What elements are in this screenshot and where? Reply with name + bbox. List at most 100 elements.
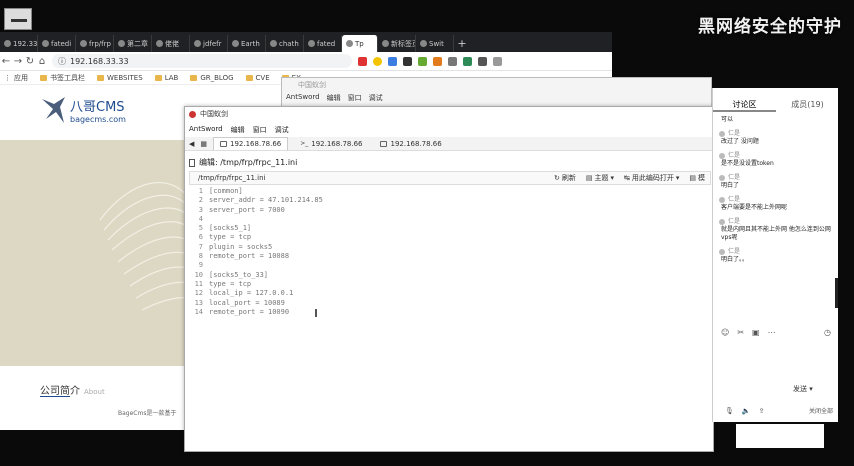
message-author: 仁是 bbox=[719, 248, 835, 256]
menu-antsword[interactable]: AntSword bbox=[189, 125, 223, 135]
extension-icon[interactable] bbox=[373, 56, 382, 66]
browser-tab[interactable]: Swit bbox=[416, 35, 454, 52]
author-name: 仁是 bbox=[728, 196, 741, 203]
tab-discussion[interactable]: 讨论区 bbox=[713, 96, 776, 112]
reload-icon[interactable]: ↻ bbox=[24, 56, 36, 67]
tab-label: Earth bbox=[241, 39, 260, 48]
desktop-window-icon[interactable] bbox=[4, 8, 32, 30]
menu-debug[interactable]: 调试 bbox=[275, 125, 289, 135]
message-author: 仁是 bbox=[719, 152, 835, 160]
chat-scrollbar[interactable] bbox=[835, 278, 838, 308]
menu-window[interactable]: 窗口 bbox=[348, 93, 362, 103]
browser-tab[interactable]: fated bbox=[304, 35, 342, 52]
emoji-icon[interactable]: ☺ bbox=[721, 328, 729, 337]
code-line: 9 bbox=[189, 261, 711, 270]
bookmark-item[interactable]: ⋮ 应用 bbox=[4, 73, 28, 83]
forward-icon[interactable]: → bbox=[12, 56, 24, 67]
line-number: 12 bbox=[194, 289, 203, 298]
message-author: 仁是 bbox=[719, 130, 835, 138]
browser-tab[interactable]: 新标签页 bbox=[378, 35, 416, 52]
tab-label: Tp bbox=[355, 39, 364, 48]
home-icon[interactable]: ⌂ bbox=[36, 56, 48, 67]
new-tab-button[interactable]: + bbox=[454, 35, 470, 52]
line-number: 14 bbox=[194, 307, 203, 316]
menu-edit[interactable]: 编辑 bbox=[327, 93, 341, 103]
extension-icon[interactable] bbox=[418, 56, 427, 66]
browser-tab[interactable]: chath bbox=[266, 35, 304, 52]
extension-icon[interactable] bbox=[433, 56, 442, 66]
browser-tab[interactable]: Earth bbox=[228, 35, 266, 52]
menu-window[interactable]: 窗口 bbox=[253, 125, 267, 135]
extension-icon[interactable] bbox=[493, 56, 502, 66]
browser-tab[interactable]: Tp bbox=[342, 35, 378, 52]
window-title: 中国蚁剑 bbox=[200, 110, 228, 118]
tab-members[interactable]: 成员(19) bbox=[776, 96, 839, 112]
refresh-button[interactable]: ↻ 刷新 bbox=[549, 173, 581, 183]
author-name: 仁是 bbox=[728, 130, 741, 137]
code-line: 3 server_port = 7000 bbox=[189, 206, 711, 215]
theme-icon: ▤ bbox=[585, 174, 593, 182]
bookmark-label: CVE bbox=[255, 73, 270, 82]
window-titlebar[interactable]: 中国蚁剑 bbox=[185, 107, 713, 121]
code-editor[interactable]: 1 [common] 2 server_addr = 47.101.214.85 3 se… bbox=[189, 187, 711, 447]
bookmark-item[interactable]: CVE bbox=[245, 73, 270, 82]
menu-antsword[interactable]: AntSword bbox=[286, 93, 320, 103]
code-line: 1 [common] bbox=[189, 187, 711, 196]
menu-bar: AntSword 编辑 窗口 调试 bbox=[286, 93, 383, 103]
menu-edit[interactable]: 编辑 bbox=[231, 125, 245, 135]
close-all-button[interactable]: 关闭全部 bbox=[809, 406, 833, 415]
tab-label: 192.168.78.66 bbox=[311, 139, 363, 148]
extension-icon[interactable] bbox=[403, 56, 412, 66]
more-icon[interactable]: ⋯ bbox=[768, 328, 776, 337]
editor-file-path[interactable]: /tmp/frp/frpc_11.ini bbox=[190, 174, 549, 182]
theme-dropdown[interactable]: ▤ 主题 ▾ bbox=[581, 173, 619, 183]
grid-icon[interactable]: ▦ bbox=[200, 140, 207, 148]
tab-terminal[interactable]: >_ 192.168.78.66 bbox=[294, 137, 368, 150]
prev-tab-icon[interactable]: ◀ bbox=[189, 140, 194, 148]
browser-tab[interactable]: 佬佬 bbox=[152, 35, 190, 52]
author-name: 仁是 bbox=[728, 152, 741, 159]
favicon-icon bbox=[42, 40, 49, 47]
back-icon[interactable]: ← bbox=[0, 56, 12, 67]
browser-tab[interactable]: 第二章 bbox=[114, 35, 152, 52]
menu-debug[interactable]: 调试 bbox=[369, 93, 383, 103]
extension-icon[interactable] bbox=[478, 56, 487, 66]
line-text: [socks5_1] bbox=[209, 224, 252, 233]
bookmark-item[interactable]: 书签工具栏 bbox=[40, 73, 85, 83]
browser-tab[interactable]: jdfefr bbox=[190, 35, 228, 52]
bookmark-label: GR_BLOG bbox=[200, 73, 234, 82]
history-icon[interactable]: ◷ bbox=[824, 328, 831, 337]
browser-tab[interactable]: fatedi bbox=[38, 35, 76, 52]
bookmark-item[interactable]: LAB bbox=[154, 73, 179, 82]
browser-tab[interactable]: 192.33 bbox=[0, 35, 38, 52]
mode-dropdown[interactable]: ▤ 模 bbox=[684, 173, 710, 183]
extension-icon[interactable] bbox=[358, 56, 367, 66]
antsword-window-back[interactable]: 中国蚁剑 AntSword 编辑 窗口 调试 bbox=[281, 77, 712, 107]
scissors-icon[interactable]: ✂ bbox=[737, 328, 744, 337]
site-logo[interactable]: 八哥CMS bagecms.com bbox=[40, 95, 126, 125]
encoding-dropdown[interactable]: ↹ 用此编码打开 ▾ bbox=[619, 173, 684, 183]
bookmark-label: LAB bbox=[164, 73, 179, 82]
bookmark-item[interactable]: GR_BLOG bbox=[190, 73, 234, 82]
extension-icon[interactable] bbox=[463, 56, 472, 66]
address-bar[interactable]: ⓘ 192.168.33.33 bbox=[52, 54, 352, 68]
bookmark-item[interactable]: WEBSITES bbox=[97, 74, 143, 82]
send-button[interactable]: 发送 ▾ bbox=[793, 384, 813, 394]
line-text: [common] bbox=[209, 187, 243, 195]
company-subtitle: About bbox=[84, 388, 105, 396]
share-icon[interactable]: ⇪ bbox=[759, 407, 765, 415]
microphone-icon[interactable]: 🎙 bbox=[725, 407, 734, 415]
author-name: 仁是 bbox=[728, 248, 741, 255]
tab-file-manager[interactable]: 192.168.78.66 bbox=[213, 137, 289, 150]
chat-message: 可以 bbox=[719, 116, 835, 124]
extension-icon[interactable] bbox=[388, 56, 397, 66]
tab-label: jdfefr bbox=[203, 39, 222, 48]
browser-toolbar: ← → ↻ ⌂ ⓘ 192.168.33.33 bbox=[0, 52, 612, 71]
text-cursor bbox=[315, 309, 317, 317]
image-icon[interactable]: ▣ bbox=[752, 328, 760, 337]
speaker-icon[interactable]: 🔈 bbox=[742, 407, 751, 415]
tab-file-manager-2[interactable]: 192.168.78.66 bbox=[374, 137, 447, 150]
code-line: 8 remote_port = 10088 bbox=[189, 252, 711, 261]
extension-icon[interactable] bbox=[448, 56, 457, 66]
browser-tab[interactable]: frp/frp bbox=[76, 35, 114, 52]
